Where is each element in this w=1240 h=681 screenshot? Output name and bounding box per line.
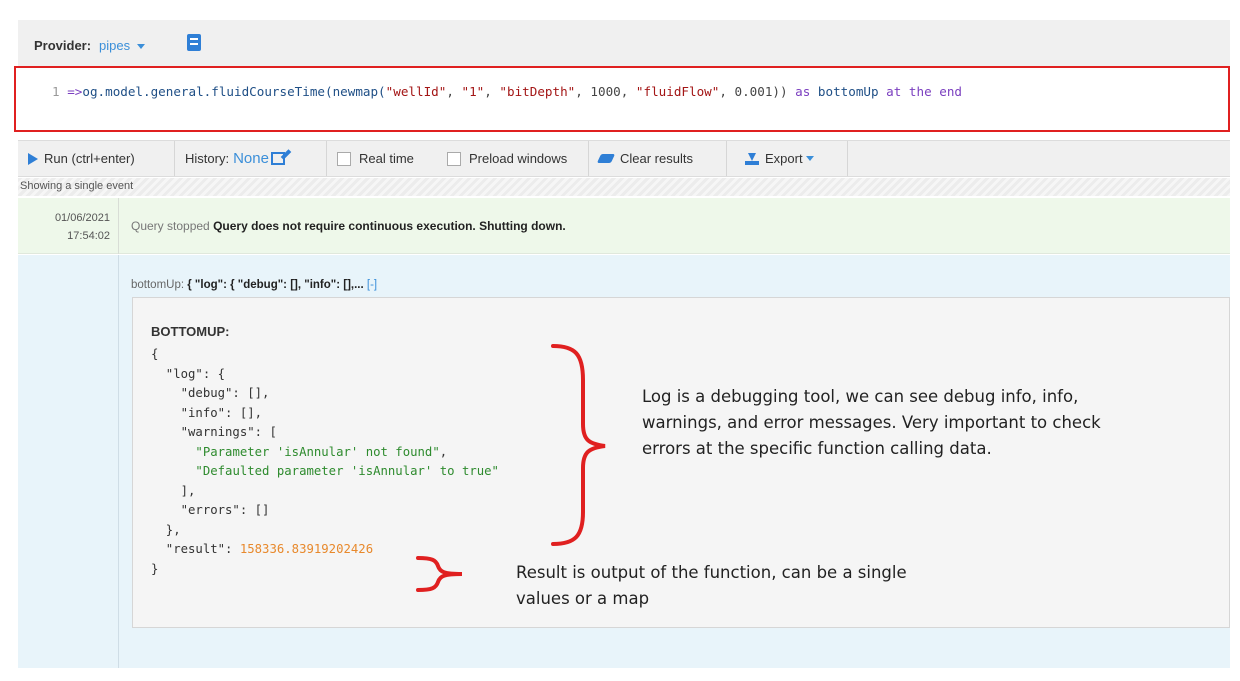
collapse-toggle[interactable]: [-] bbox=[367, 279, 377, 291]
editor-line-1: 1 =>og.model.general.fluidCourseTime(new… bbox=[52, 84, 962, 99]
event-timestamp: 01/06/2021 17:54:02 bbox=[18, 198, 119, 254]
json-string: "Defaulted parameter 'isAnnular' to true… bbox=[195, 464, 499, 478]
provider-bar: Provider: pipes bbox=[18, 20, 1230, 72]
result-summary: bottomUp: { "log": { "debug": [], "info"… bbox=[131, 279, 377, 291]
code-string: "wellId" bbox=[385, 84, 447, 99]
json-key: "result": bbox=[151, 542, 240, 556]
export-button[interactable]: Export bbox=[727, 141, 848, 176]
code-keyword: as bbox=[795, 84, 811, 99]
edit-icon[interactable] bbox=[270, 152, 285, 165]
provider-value: pipes bbox=[99, 38, 131, 53]
realtime-checkbox[interactable] bbox=[337, 151, 351, 166]
status-strip: Showing a single event bbox=[18, 178, 1230, 196]
line-number: 1 bbox=[52, 84, 60, 99]
download-icon bbox=[745, 152, 759, 165]
json-line: ], bbox=[151, 483, 196, 498]
code-text: , 1000, bbox=[575, 84, 636, 99]
realtime-toggle[interactable]: Real time bbox=[327, 141, 437, 176]
event-time: 17:54:02 bbox=[67, 230, 110, 242]
log-brace bbox=[551, 344, 606, 546]
json-line: "errors": [] bbox=[151, 503, 270, 517]
query-editor[interactable]: 1 =>og.model.general.fluidCourseTime(new… bbox=[14, 66, 1230, 132]
code-text: , 0.001)) bbox=[719, 84, 796, 99]
code-text: , bbox=[446, 84, 462, 99]
code-string: "1" bbox=[461, 84, 485, 99]
run-shortcut: (ctrl+enter) bbox=[71, 151, 135, 166]
realtime-label: Real time bbox=[359, 151, 414, 166]
chevron-down-icon bbox=[136, 44, 145, 50]
json-line: "log": { bbox=[151, 366, 226, 381]
event-date: 01/06/2021 bbox=[54, 212, 110, 224]
result-key: bottomUp: bbox=[131, 279, 185, 291]
event-row: 01/06/2021 17:54:02 Query stopped Query … bbox=[18, 198, 1230, 254]
code-keyword: at the end bbox=[886, 84, 962, 99]
event-message: Query stopped Query does not require con… bbox=[131, 219, 566, 233]
play-icon bbox=[28, 152, 38, 165]
code-string: "fluidFlow" bbox=[635, 84, 720, 99]
json-line: "info": [], bbox=[151, 405, 263, 420]
chevron-down-icon bbox=[805, 156, 814, 161]
export-label: Export bbox=[765, 151, 803, 166]
json-line: "debug": [], bbox=[151, 386, 270, 400]
result-preview: { "log": { "debug": [], "info": [],... bbox=[187, 279, 364, 291]
log-annotation: Log is a debugging tool, we can see debu… bbox=[642, 387, 1101, 458]
panel-title: BOTTOMUP: bbox=[151, 324, 230, 339]
history-control[interactable]: History: None bbox=[175, 141, 327, 176]
result-annotation: Result is output of the function, can be… bbox=[516, 563, 907, 608]
code-alias: bottomUp bbox=[810, 84, 887, 99]
json-punct: , bbox=[439, 444, 448, 459]
preload-toggle[interactable]: Preload windows bbox=[437, 141, 589, 176]
result-brace bbox=[416, 556, 463, 592]
eraser-icon bbox=[596, 154, 616, 163]
book-icon[interactable] bbox=[187, 34, 201, 51]
json-number: 158336.83919202426 bbox=[239, 542, 374, 556]
json-line: "warnings": [ bbox=[151, 425, 277, 439]
query-toolbar: Run (ctrl+enter) History: None Real time… bbox=[18, 140, 1230, 177]
code-string: "bitDepth" bbox=[499, 84, 576, 99]
clear-label: Clear results bbox=[620, 151, 693, 166]
json-line: "Parameter 'isAnnular' not found", bbox=[151, 443, 499, 463]
provider-label: Provider: bbox=[34, 38, 92, 53]
clear-results-button[interactable]: Clear results bbox=[589, 141, 727, 176]
event-text: Query does not require continuous execut… bbox=[213, 219, 566, 233]
json-line: { bbox=[151, 347, 159, 361]
prompt-arrow: => bbox=[67, 84, 83, 99]
run-label: Run bbox=[44, 151, 68, 166]
preload-label: Preload windows bbox=[469, 151, 568, 166]
event-prefix: Query stopped bbox=[131, 219, 210, 233]
code-text: , bbox=[484, 84, 500, 99]
provider-dropdown[interactable]: pipes bbox=[99, 38, 145, 53]
json-line: }, bbox=[151, 522, 181, 537]
result-gutter bbox=[18, 255, 119, 668]
preload-checkbox[interactable] bbox=[447, 151, 461, 166]
run-button[interactable]: Run (ctrl+enter) bbox=[18, 141, 175, 176]
code-call: og.model.general.fluidCourseTime(newmap( bbox=[82, 84, 386, 99]
json-string: "Parameter 'isAnnular' not found" bbox=[195, 444, 440, 459]
json-line: "Defaulted parameter 'isAnnular' to true… bbox=[151, 462, 499, 482]
history-label: History: bbox=[185, 151, 230, 166]
history-value[interactable]: None bbox=[233, 150, 269, 167]
json-viewer: { "log": { "debug": [], "info": [], "war… bbox=[151, 345, 499, 579]
